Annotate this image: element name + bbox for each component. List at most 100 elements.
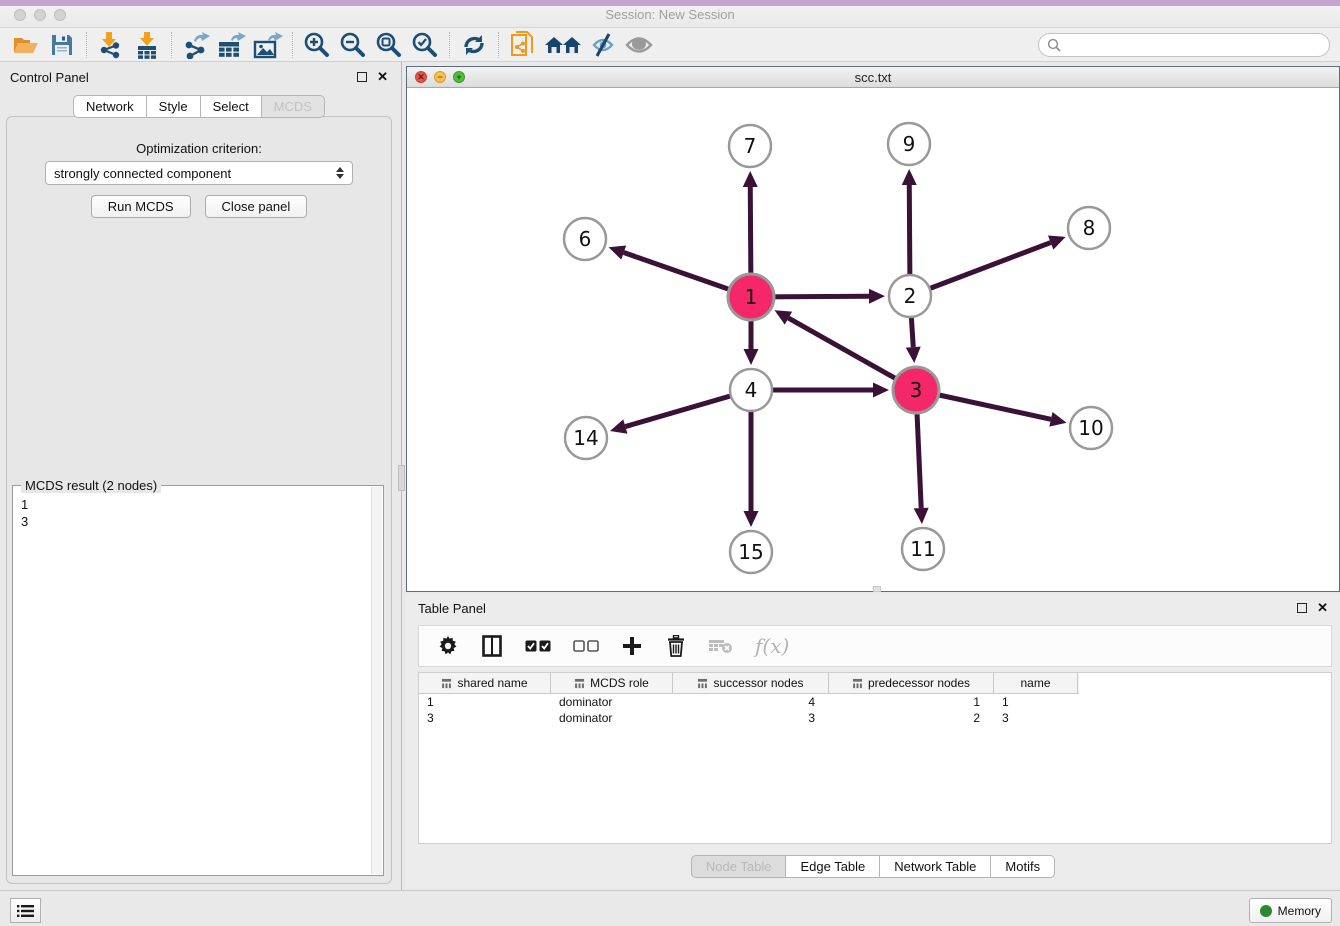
- edge-arrowhead: [869, 289, 885, 304]
- search-input[interactable]: [1061, 38, 1329, 52]
- node-table-body: 1dominator4113dominator323: [419, 694, 1331, 726]
- edge-arrowhead: [744, 511, 759, 527]
- table-cell: dominator: [551, 710, 673, 726]
- result-scrollbar[interactable]: [371, 487, 382, 874]
- graph-node-10[interactable]: 10: [1070, 407, 1112, 449]
- graph-node-9[interactable]: 9: [888, 123, 930, 165]
- control-panel-tabs: NetworkStyleSelectMCDS: [0, 95, 398, 118]
- panel-splitter[interactable]: [398, 62, 406, 890]
- export-network-icon[interactable]: [178, 30, 214, 60]
- mcds-result-box: MCDS result (2 nodes) 13: [12, 485, 384, 876]
- column-header-MCDS-role[interactable]: MCDS role: [551, 673, 673, 693]
- delete-rows-icon[interactable]: [665, 631, 687, 661]
- deselect-all-columns-icon[interactable]: [573, 631, 599, 661]
- close-panel-icon[interactable]: ✕: [377, 72, 388, 82]
- edge-arrowhead: [743, 171, 758, 187]
- tab-network-table[interactable]: Network Table: [880, 855, 991, 878]
- settings-icon[interactable]: [437, 631, 459, 661]
- clone-network-icon[interactable]: [505, 30, 541, 60]
- graph-node-2[interactable]: 2: [889, 275, 931, 317]
- zoom-out-icon[interactable]: [335, 30, 371, 60]
- node-label: 4: [745, 378, 758, 402]
- column-attribute-icon: [574, 678, 585, 689]
- edge-arrowhead: [744, 349, 759, 365]
- column-attribute-icon: [441, 678, 452, 689]
- column-header-predecessor-nodes[interactable]: predecessor nodes: [829, 673, 994, 693]
- control-panel-header: Control Panel ✕: [0, 62, 398, 92]
- tab-edge-table[interactable]: Edge Table: [786, 855, 880, 878]
- task-history-button[interactable]: [10, 898, 41, 923]
- close-panel-button[interactable]: Close panel: [205, 195, 308, 218]
- node-label: 14: [573, 426, 598, 450]
- graph-node-3[interactable]: 3: [893, 367, 939, 413]
- network-canvas[interactable]: 7 9 6 8 1 2 4 3 14 10 15 11: [407, 88, 1339, 591]
- float-table-panel-icon[interactable]: [1297, 603, 1307, 613]
- column-header-successor-nodes[interactable]: successor nodes: [673, 673, 829, 693]
- close-table-panel-icon[interactable]: ✕: [1317, 603, 1328, 613]
- column-header-name[interactable]: name: [994, 673, 1078, 693]
- graph-node-1[interactable]: 1: [728, 274, 774, 320]
- graph-node-15[interactable]: 15: [730, 531, 772, 573]
- optimization-criterion-dropdown[interactable]: strongly connected component: [45, 161, 353, 185]
- create-column-icon[interactable]: [621, 631, 643, 661]
- open-session-icon[interactable]: [8, 30, 44, 60]
- node-label: 8: [1083, 216, 1096, 240]
- toolbar-separator: [86, 32, 87, 58]
- edge-arrowhead: [902, 169, 917, 185]
- table-row[interactable]: 3dominator323: [419, 710, 1331, 726]
- show-details-icon[interactable]: [621, 30, 657, 60]
- table-cell: 1: [994, 694, 1078, 710]
- splitter-grip[interactable]: [398, 465, 405, 491]
- node-label: 11: [910, 537, 935, 561]
- save-session-icon[interactable]: [44, 30, 80, 60]
- search-box[interactable]: [1038, 33, 1330, 57]
- table-panel-tabs: Node TableEdge TableNetwork TableMotifs: [406, 855, 1340, 878]
- graph-node-7[interactable]: 7: [729, 125, 771, 167]
- main-toolbar: [0, 28, 1340, 62]
- graph-node-11[interactable]: 11: [902, 528, 944, 570]
- column-attribute-icon: [697, 678, 708, 689]
- search-icon: [1047, 38, 1061, 52]
- memory-status-icon: [1260, 905, 1272, 917]
- select-all-columns-icon[interactable]: [525, 631, 551, 661]
- export-table-icon[interactable]: [214, 30, 250, 60]
- graph-node-14[interactable]: 14: [565, 417, 607, 459]
- zoom-selected-icon[interactable]: [407, 30, 443, 60]
- export-image-icon[interactable]: [250, 30, 286, 60]
- mcds-result-title: MCDS result (2 nodes): [21, 478, 161, 493]
- node-table[interactable]: shared nameMCDS rolesuccessor nodesprede…: [418, 672, 1332, 844]
- table-toolbar: f(x): [418, 625, 1332, 667]
- graph-node-4[interactable]: 4: [730, 369, 772, 411]
- tab-style[interactable]: Style: [147, 95, 201, 118]
- import-network-icon[interactable]: [93, 30, 129, 60]
- network-window-titlebar[interactable]: ✕ − + scc.txt: [407, 67, 1339, 88]
- tab-select[interactable]: Select: [201, 95, 262, 118]
- tab-node-table[interactable]: Node Table: [691, 855, 787, 878]
- column-header-shared-name[interactable]: shared name: [419, 673, 551, 693]
- tab-motifs[interactable]: Motifs: [991, 855, 1055, 878]
- apply-layout-icon[interactable]: [456, 30, 492, 60]
- tab-mcds[interactable]: MCDS: [262, 95, 325, 118]
- tab-network[interactable]: Network: [73, 95, 147, 118]
- app-titlebar: Session: New Session: [0, 0, 1340, 28]
- float-panel-icon[interactable]: [357, 72, 367, 82]
- home-icon[interactable]: [541, 30, 585, 60]
- horizontal-splitter-grip[interactable]: [873, 586, 881, 592]
- zoom-fit-icon[interactable]: [371, 30, 407, 60]
- hide-details-icon[interactable]: [585, 30, 621, 60]
- dropdown-stepper-icon: [336, 167, 344, 179]
- memory-button[interactable]: Memory: [1249, 898, 1332, 923]
- run-mcds-button[interactable]: Run MCDS: [91, 195, 191, 218]
- network-window: ✕ − + scc.txt 7 9 6 8 1 2 4 3 14 10 15 11: [406, 66, 1340, 592]
- table-cell: 1: [419, 694, 551, 710]
- graph-edge-2-8[interactable]: [910, 243, 1051, 296]
- result-line: 1: [21, 496, 371, 513]
- graph-node-6[interactable]: 6: [564, 218, 606, 260]
- zoom-in-icon[interactable]: [299, 30, 335, 60]
- node-label: 2: [904, 284, 917, 308]
- graph-node-8[interactable]: 8: [1068, 207, 1110, 249]
- optimization-criterion-label: Optimization criterion:: [7, 141, 391, 156]
- import-table-icon[interactable]: [129, 30, 165, 60]
- table-row[interactable]: 1dominator411: [419, 694, 1331, 710]
- split-view-icon[interactable]: [481, 631, 503, 661]
